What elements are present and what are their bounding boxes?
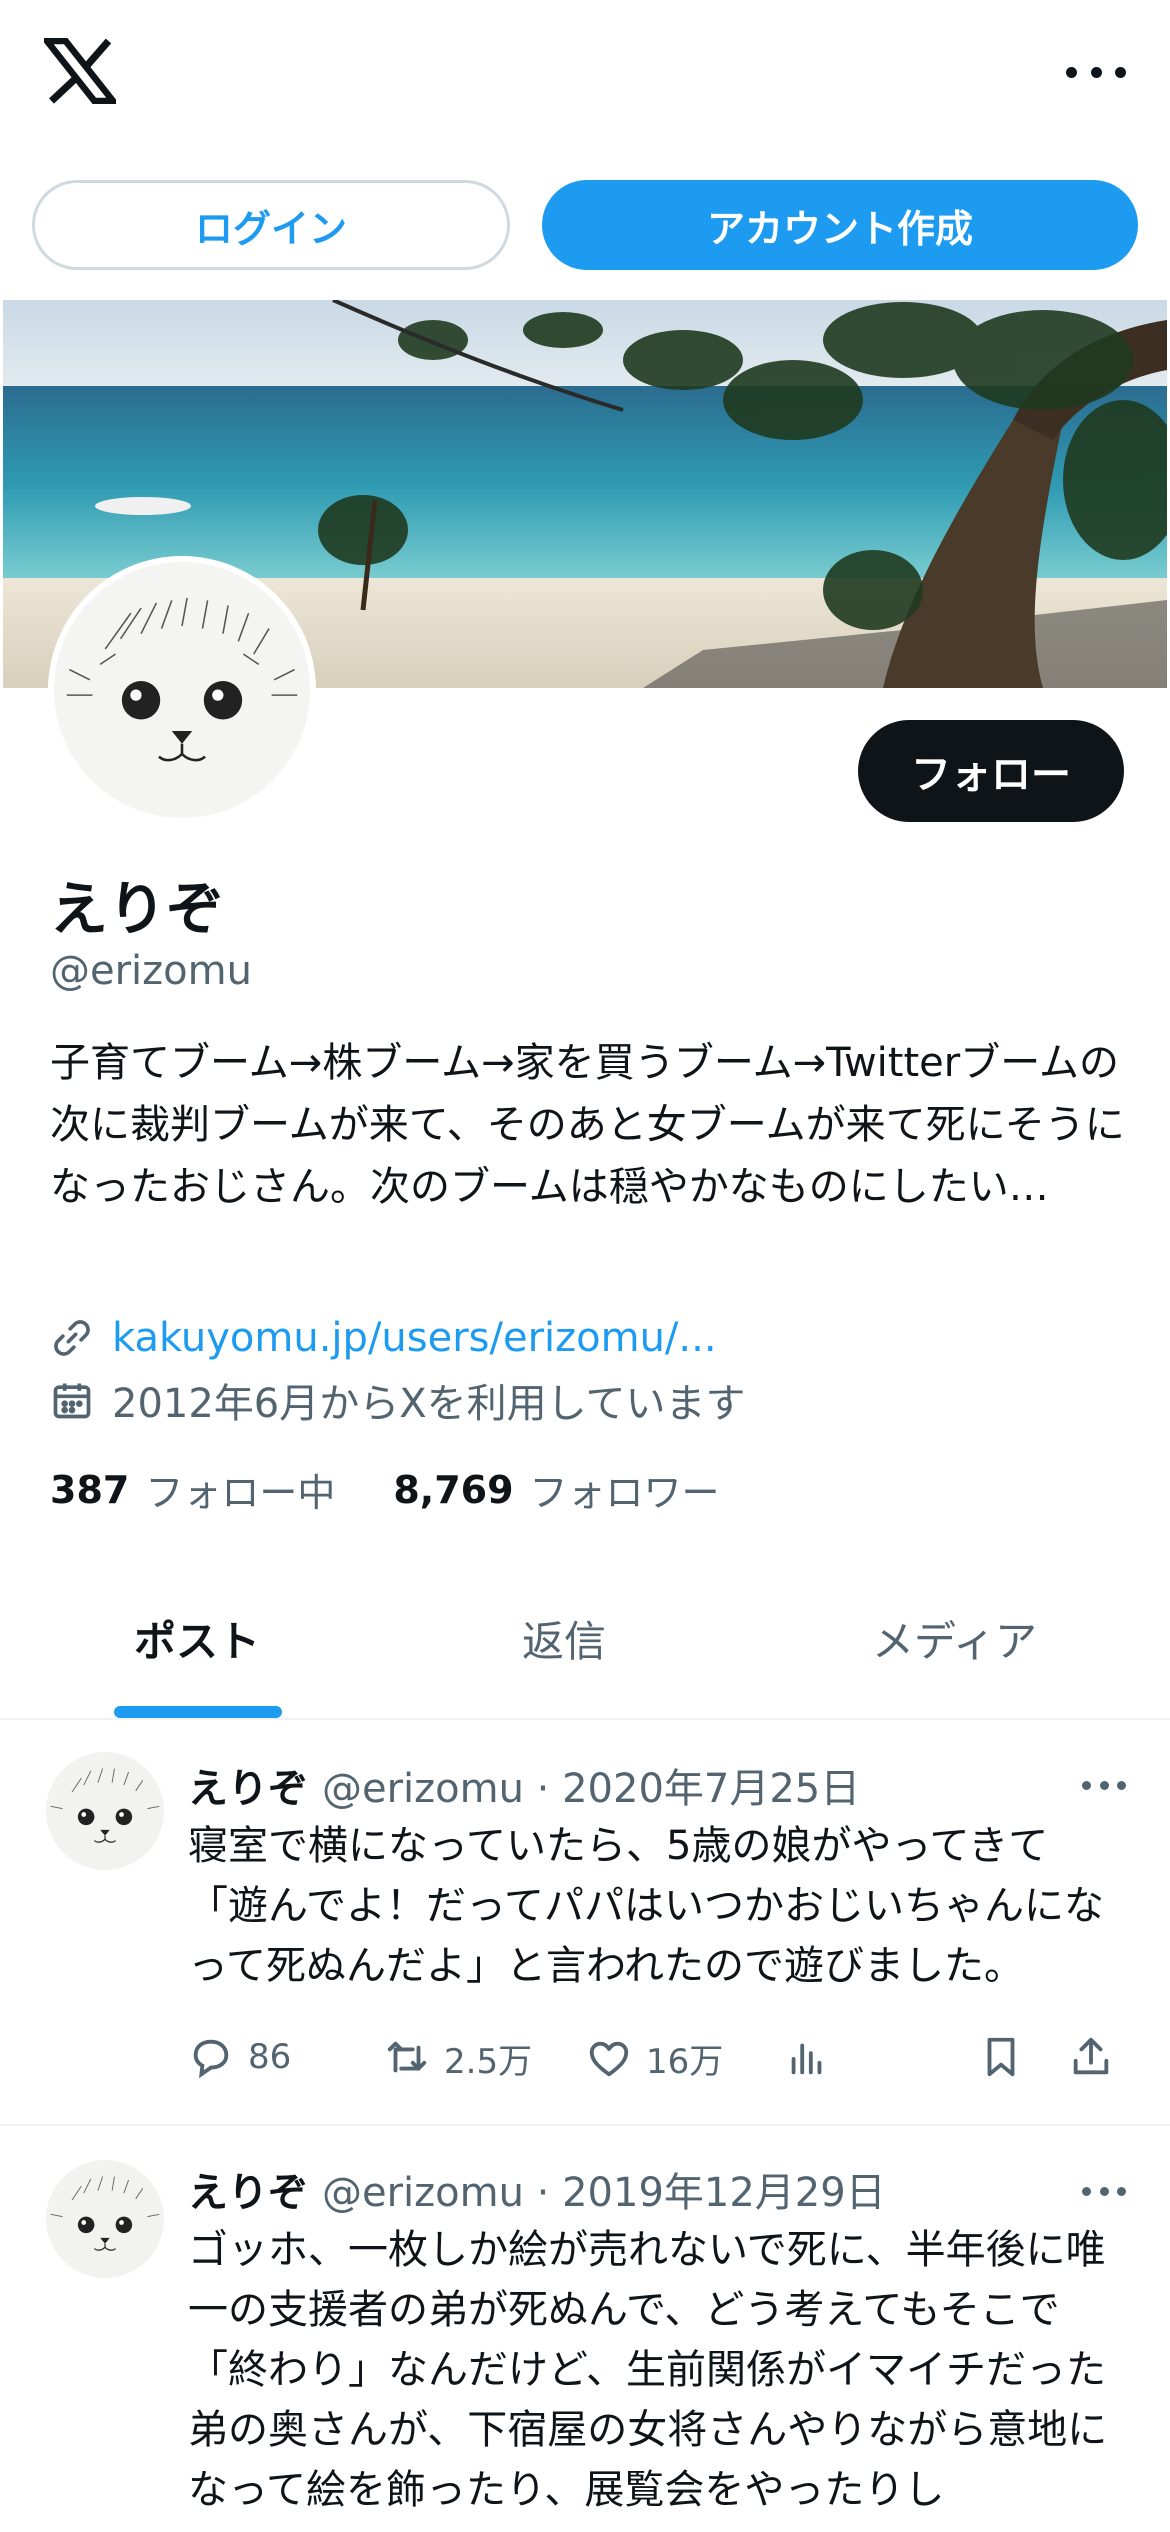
profile-bio: 子育てブーム→株ブーム→家を買うブーム→Twitterブームの次に裁判ブームが来… [50,1040,1125,1210]
profile-joined-row: 2012年6月からXを利用しています [50,1372,745,1428]
post-date[interactable]: 2020年7月25日 [562,1756,860,1814]
following-count[interactable]: 387 [50,1468,129,1512]
post-header: えりぞ @erizomu · 2020年7月25日 [188,1756,860,1814]
bookmark-button[interactable] [978,2034,1038,2080]
tab-replies[interactable]: 返信 [522,1608,606,1669]
share-icon [1073,2037,1109,2075]
like-count: 16万 [646,2042,724,2082]
bookmark-icon [987,2037,1015,2077]
active-tab-indicator [114,1706,282,1718]
views-button[interactable] [784,2034,844,2080]
like-button[interactable]: 16万 [586,2034,723,2083]
post-header: えりぞ @erizomu · 2019年12月29日 [188,2160,886,2218]
repost-count: 2.5万 [444,2042,533,2082]
profile-handle: @erizomu [50,948,252,994]
reply-count: 86 [248,2037,292,2077]
more-options-icon[interactable] [1066,60,1126,84]
reply-button[interactable]: 86 [188,2034,291,2080]
post-date[interactable]: 2019年12月29日 [562,2160,886,2218]
post-author-handle[interactable]: @erizomu [322,1766,524,1812]
tab-media[interactable]: メディア [872,1608,1037,1669]
create-account-button[interactable]: アカウント作成 [542,180,1138,270]
profile-website-link[interactable]: kakuyomu.jp/users/erizomu/... [112,1315,717,1361]
post-card[interactable]: えりぞ @erizomu · 2020年7月25日 寝室で横になっていたら、5歳… [0,1722,1170,2126]
login-button[interactable]: ログイン [32,180,510,270]
post-separator: · [523,2170,563,2216]
tab-posts[interactable]: ポスト [134,1608,260,1669]
auth-buttons: ログイン アカウント作成 [32,180,1138,270]
post-avatar[interactable] [46,1752,164,1870]
post-actions: 86 2.5万 16万 [188,2034,1128,2090]
followers-count[interactable]: 8,769 [393,1468,513,1512]
profile-display-name: えりぞ [50,875,225,943]
followers-label[interactable]: フォロワー [530,1462,720,1517]
reply-icon [193,2039,229,2079]
repost-button[interactable]: 2.5万 [384,2034,532,2083]
profile-tabs: ポスト 返信 メディア [0,1580,1170,1720]
heart-icon [589,2041,629,2076]
profile-avatar[interactable] [48,556,316,824]
following-label[interactable]: フォロー中 [145,1462,335,1517]
post-text: 寝室で横になっていたら、5歳の娘がやってきて「遊んでよ！だってパパはいつかおじい… [188,1823,1104,1989]
post-author-name[interactable]: えりぞ [188,2160,308,2218]
top-bar [0,0,1170,150]
post-author-name[interactable]: えりぞ [188,1756,308,1814]
share-button[interactable] [1068,2034,1128,2080]
profile-joined-date: 2012年6月からXを利用しています [112,1381,746,1427]
post-avatar[interactable] [46,2160,164,2278]
post-card[interactable]: えりぞ @erizomu · 2019年12月29日 ゴッホ、一枚しか絵が売れな… [0,2128,1170,2532]
calendar-icon [53,1383,91,1419]
repost-icon [387,2041,427,2072]
post-more-icon[interactable] [1082,2184,1126,2198]
link-icon [54,1320,90,1356]
follow-button[interactable]: フォロー [858,720,1124,822]
x-logo-icon[interactable] [44,38,116,104]
post-separator: · [523,1766,563,1812]
profile-link-row[interactable]: kakuyomu.jp/users/erizomu/... [50,1310,717,1366]
post-author-handle[interactable]: @erizomu [322,2170,524,2216]
profile-stats: 387 フォロー中 8,769 フォロワー [50,1462,778,1517]
post-text: ゴッホ、一枚しか絵が売れないで死に、半年後に唯一の支援者の弟が死ぬんで、どう考え… [188,2227,1108,2513]
analytics-icon [791,2043,822,2075]
post-more-icon[interactable] [1082,1778,1126,1792]
